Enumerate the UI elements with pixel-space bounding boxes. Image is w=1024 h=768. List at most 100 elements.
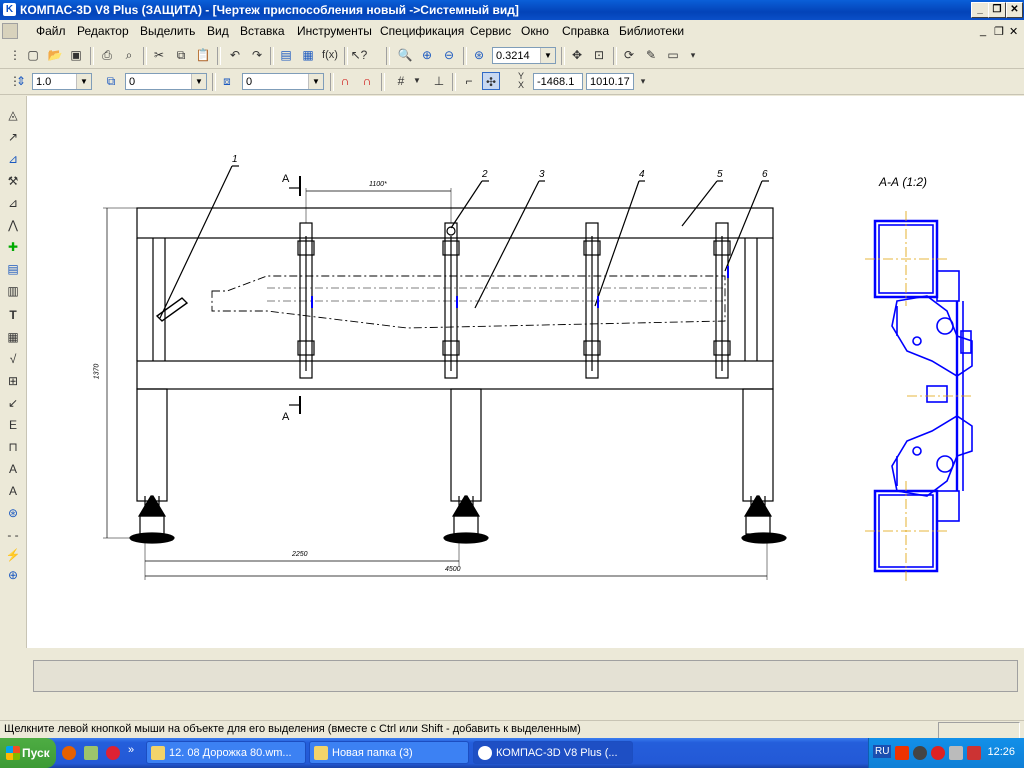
- task-player[interactable]: 12. 08 Дорожка 80.wm...: [146, 741, 306, 764]
- menu-view[interactable]: Вид: [207, 24, 229, 38]
- volume-icon[interactable]: [913, 746, 927, 760]
- zoom-out-icon[interactable]: ⊖: [440, 46, 458, 64]
- style-select[interactable]: 0 ▼: [242, 73, 324, 90]
- restore-button[interactable]: ❐: [988, 2, 1006, 18]
- print-preview-icon[interactable]: ⌕: [120, 46, 138, 64]
- zoom-scale-icon[interactable]: ⊛: [470, 46, 488, 64]
- save-icon[interactable]: ▣: [67, 46, 85, 64]
- menu-help[interactable]: Справка: [562, 24, 609, 38]
- base-icon[interactable]: ⊞: [4, 372, 22, 390]
- copy-icon[interactable]: ⧉: [172, 46, 190, 64]
- ati-icon[interactable]: [895, 746, 909, 760]
- snap-magnet-icon[interactable]: ∩: [336, 72, 354, 90]
- wizard-icon[interactable]: ⚡: [4, 546, 22, 564]
- roughness-icon[interactable]: √: [4, 350, 22, 368]
- text-icon[interactable]: T: [4, 306, 22, 324]
- table-icon[interactable]: ▦: [4, 328, 22, 346]
- function-icon[interactable]: f(x): [321, 46, 339, 64]
- undo-icon[interactable]: ↶: [226, 46, 244, 64]
- local-cs-icon[interactable]: ⊥: [430, 72, 448, 90]
- leader-icon[interactable]: ↙: [4, 394, 22, 412]
- help-pointer-icon[interactable]: ↖?: [350, 46, 368, 64]
- mdi-minimize-button[interactable]: _: [980, 25, 986, 37]
- chevron-more-icon[interactable]: »: [128, 744, 134, 756]
- spec-icon[interactable]: ▤: [4, 260, 22, 278]
- axis-icon[interactable]: - -: [4, 526, 22, 544]
- task-kompas[interactable]: КОМПАС-3D V8 Plus (...: [473, 741, 633, 764]
- ortho-icon[interactable]: ⌐: [460, 72, 478, 90]
- redo-icon[interactable]: ↷: [248, 46, 266, 64]
- refresh-icon[interactable]: ⟳: [620, 46, 638, 64]
- menu-tools[interactable]: Инструменты: [297, 24, 372, 38]
- cut-line-icon[interactable]: A: [4, 482, 22, 500]
- menu-service[interactable]: Сервис: [470, 24, 511, 38]
- marker-icon[interactable]: ⊛: [4, 504, 22, 522]
- zoom-input[interactable]: 0.3214 ▼: [492, 47, 556, 64]
- reports-icon[interactable]: ▥: [4, 282, 22, 300]
- monitor-icon[interactable]: ▭: [664, 46, 682, 64]
- mdi-restore-button[interactable]: ❐: [994, 25, 1004, 38]
- close-button[interactable]: ✕: [1006, 2, 1023, 18]
- variables-icon[interactable]: ▦: [299, 46, 317, 64]
- pan-icon[interactable]: ✥: [568, 46, 586, 64]
- drawing-canvas[interactable]: 1 2 3 4 5 6 А А А-А (1:2) 1100* 1370 225…: [27, 96, 1024, 648]
- show-all-icon[interactable]: ⊡: [590, 46, 608, 64]
- menu-insert[interactable]: Вставка: [240, 24, 285, 38]
- callout-5: 5: [717, 169, 723, 180]
- select-icon[interactable]: ✚: [4, 238, 22, 256]
- toolbar-options-icon[interactable]: ▾: [684, 46, 702, 64]
- scale-select[interactable]: 1.0 ▼: [32, 73, 92, 90]
- zoom-value: 0.3214: [496, 50, 530, 62]
- manager-icon[interactable]: ▤: [277, 46, 295, 64]
- antivirus-icon[interactable]: [967, 746, 981, 760]
- y-coord-value: 1010.17: [590, 76, 630, 88]
- y-coordinate-field[interactable]: 1010.17: [586, 73, 634, 90]
- chevron-down-icon[interactable]: ▼: [191, 74, 206, 89]
- edit-icon[interactable]: ↗: [4, 128, 22, 146]
- minimize-button[interactable]: _: [971, 2, 989, 18]
- chevron-down-icon[interactable]: ▼: [408, 72, 426, 90]
- opera-tray-icon[interactable]: [931, 746, 945, 760]
- layer-select[interactable]: 0 ▼: [125, 73, 207, 90]
- open-folder-icon[interactable]: 📂: [46, 46, 64, 64]
- cut-icon[interactable]: ✂: [150, 46, 168, 64]
- parametrize-icon[interactable]: ⊿: [4, 194, 22, 212]
- task-folder[interactable]: Новая папка (3): [309, 741, 469, 764]
- global-snap-icon[interactable]: ∩: [358, 72, 376, 90]
- chevron-down-icon[interactable]: ▼: [540, 48, 555, 63]
- current-state-toolbar: ⋮ ⇕ 1.0 ▼ ⧉ 0 ▼ ⧈ 0 ▼ ∩ ∩ # ▼ ⊥ ⌐ ✣ YX -…: [0, 69, 1024, 95]
- opera-icon[interactable]: [106, 746, 120, 760]
- paste-icon[interactable]: 📋: [194, 46, 212, 64]
- chevron-down-icon[interactable]: ▼: [308, 74, 323, 89]
- section-icon[interactable]: A: [4, 460, 22, 478]
- quicklaunch-app-icon[interactable]: [84, 746, 98, 760]
- view-arrow-icon[interactable]: ⊓: [4, 438, 22, 456]
- menu-libraries[interactable]: Библиотеки: [619, 24, 684, 38]
- start-button[interactable]: Пуск: [0, 738, 56, 768]
- network-icon[interactable]: [949, 746, 963, 760]
- menu-window[interactable]: Окно: [521, 24, 549, 38]
- cursor-icon[interactable]: ✣: [482, 72, 500, 90]
- geometry-icon[interactable]: ◬: [4, 106, 22, 124]
- firefox-icon[interactable]: [62, 746, 76, 760]
- x-coordinate-field[interactable]: -1468.1: [533, 73, 583, 90]
- tolerance-icon[interactable]: E: [4, 416, 22, 434]
- brush-icon[interactable]: ✎: [642, 46, 660, 64]
- zoom-in-icon[interactable]: ⊕: [418, 46, 436, 64]
- toolbar-options-icon[interactable]: ▾: [634, 72, 652, 90]
- mdi-close-button[interactable]: ✕: [1009, 25, 1018, 38]
- hammer-icon[interactable]: ⚒: [4, 172, 22, 190]
- language-indicator[interactable]: RU: [873, 745, 892, 758]
- menu-editor[interactable]: Редактор: [77, 24, 129, 38]
- center-mark-icon[interactable]: ⊕: [4, 566, 22, 584]
- menu-select[interactable]: Выделить: [140, 24, 195, 38]
- zoom-window-icon[interactable]: 🔍: [396, 46, 414, 64]
- drawing-svg: [103, 165, 973, 581]
- chevron-down-icon[interactable]: ▼: [76, 74, 91, 89]
- compass-icon[interactable]: ⋀: [4, 216, 22, 234]
- measure-icon[interactable]: ⊿: [4, 150, 22, 168]
- print-icon[interactable]: ⎙: [98, 46, 116, 64]
- menu-specification[interactable]: Спецификация: [380, 24, 464, 38]
- menu-file[interactable]: Файл: [36, 24, 66, 38]
- new-document-icon[interactable]: ▢: [24, 46, 42, 64]
